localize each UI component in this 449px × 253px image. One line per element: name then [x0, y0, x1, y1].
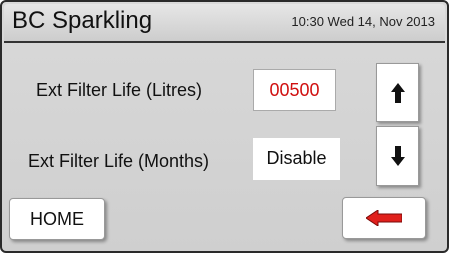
up-button[interactable] — [376, 63, 419, 122]
litres-label: Ext Filter Life (Litres) — [36, 80, 203, 100]
months-value-field[interactable]: Disable — [253, 138, 340, 180]
back-button[interactable] — [342, 197, 426, 239]
home-button[interactable]: HOME — [9, 198, 105, 240]
up-arrow-icon — [390, 82, 405, 103]
months-label: Ext Filter Life (Months) — [28, 151, 210, 171]
header-bar: BC Sparkling 10:30 Wed 14, Nov 2013 — [4, 4, 445, 43]
screen: BC Sparkling 10:30 Wed 14, Nov 2013 Ext … — [0, 0, 449, 253]
datetime-display: 10:30 Wed 14, Nov 2013 — [291, 14, 435, 29]
down-arrow-icon — [390, 146, 405, 166]
litres-value-field[interactable]: 00500 — [253, 69, 336, 111]
back-arrow-icon — [366, 210, 402, 226]
app-title: BC Sparkling — [12, 7, 153, 34]
down-button[interactable] — [376, 126, 419, 186]
